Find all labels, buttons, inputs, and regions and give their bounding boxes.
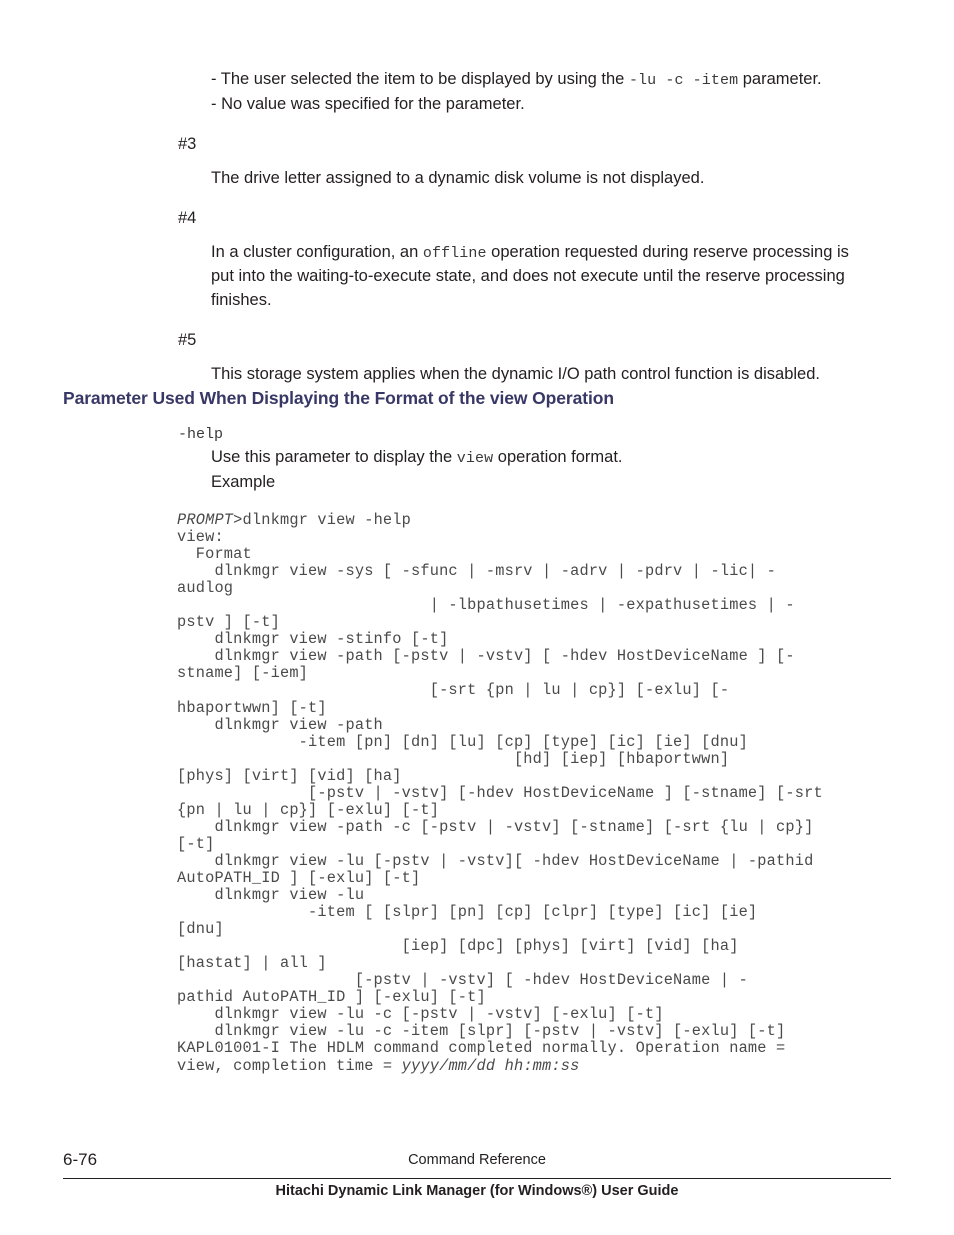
- parameter-description: Use this parameter to display the view o…: [178, 446, 878, 471]
- note-body-3: The drive letter assigned to a dynamic d…: [178, 167, 861, 191]
- heading-text-before: Parameter Used When Displaying the Forma…: [63, 388, 490, 408]
- code-lines: PROMPT>dlnkmgr view -help view: Format d…: [177, 511, 823, 1075]
- page-footer: 6-76 Command Reference Hitachi Dynamic L…: [0, 1140, 954, 1210]
- code-example-block: PROMPT>dlnkmgr view -help view: Format d…: [177, 511, 823, 1075]
- note-bullet-2: - No value was specified for the paramet…: [178, 93, 861, 117]
- note-body-4: In a cluster configuration, an offline o…: [178, 241, 861, 313]
- note-text: - No value was specified for the paramet…: [211, 94, 525, 113]
- example-label: Example: [211, 472, 276, 491]
- note-label-3: #3: [178, 135, 197, 153]
- heading-text-after: Operation: [527, 388, 614, 408]
- heading-keyword-view: view: [489, 388, 528, 408]
- note-code-lu-c-item: -lu -c -item: [628, 72, 739, 89]
- note-text-tail: parameter.: [738, 70, 822, 88]
- note-text: This storage system applies when the dyn…: [211, 364, 820, 383]
- footer-divider: [63, 1178, 891, 1179]
- param-desc-after: operation format.: [493, 448, 623, 466]
- note-text: - The user selected the item to be displ…: [211, 70, 629, 88]
- parameter-block: -help Use this parameter to display the …: [178, 424, 878, 494]
- parameter-name-help: -help: [178, 426, 224, 443]
- param-desc-keyword-view: view: [456, 450, 494, 467]
- note-bullet-1: - The user selected the item to be displ…: [178, 68, 861, 93]
- footer-guide-title: Hitachi Dynamic Link Manager (for Window…: [275, 1183, 679, 1199]
- note-text: The drive letter assigned to a dynamic d…: [211, 168, 705, 187]
- notes-section: - The user selected the item to be displ…: [178, 68, 878, 386]
- note-label-4: #4: [178, 209, 197, 227]
- note-text: In a cluster configuration, an: [211, 242, 423, 261]
- param-desc-before: Use this parameter to display the: [211, 448, 457, 466]
- footer-chapter-title: Command Reference: [408, 1152, 546, 1168]
- document-page: - The user selected the item to be displ…: [0, 0, 954, 1235]
- note-body-5: This storage system applies when the dyn…: [178, 363, 861, 387]
- code-prompt-italic: PROMPT: [177, 511, 234, 529]
- note-label-5: #5: [178, 331, 197, 349]
- code-trailing-italic-timestamp: yyyy/mm/dd hh:mm:ss: [401, 1056, 580, 1075]
- note-code-offline: offline: [422, 244, 487, 262]
- section-heading: Parameter Used When Displaying the Forma…: [63, 388, 614, 409]
